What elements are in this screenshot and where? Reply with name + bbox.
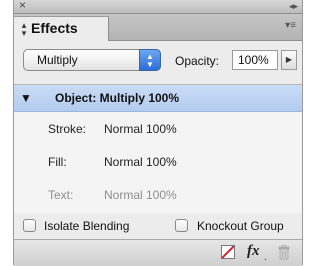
tab-bar: ▴ ▾ Effects ▾≡ xyxy=(14,14,302,41)
panel-title-bar[interactable]: × ◂▸ xyxy=(14,0,302,14)
blend-mode-select[interactable]: Multiply ▲ ▼ xyxy=(23,49,161,71)
disclosure-triangle-icon[interactable]: ▼ xyxy=(20,91,32,105)
stroke-row[interactable]: Stroke: Normal 100% xyxy=(14,115,302,141)
tab-effects[interactable]: ▴ ▾ Effects xyxy=(14,16,109,41)
opacity-label: Opacity: xyxy=(175,54,220,68)
effects-panel: × ◂▸ ▴ ▾ Effects ▾≡ Multiply ▲ ▼ Opacity: … xyxy=(13,0,303,266)
blending-options: Isolate Blending Knockout Group xyxy=(14,213,302,239)
collapse-panel-icon[interactable]: ◂▸ xyxy=(289,0,298,13)
effects-target-list: ▼ Object: Multiply 100% Stroke: Normal 1… xyxy=(14,84,302,214)
fx-icon[interactable]: fx xyxy=(247,243,260,260)
panel-footer: fx . xyxy=(14,239,302,266)
tab-effects-label: Effects xyxy=(31,20,78,36)
isolate-blending-checkbox[interactable] xyxy=(23,219,36,232)
text-value: Normal 100% xyxy=(104,188,177,202)
text-label: Text: xyxy=(48,188,74,202)
fx-menu-indicator-icon: . xyxy=(264,252,267,263)
fill-value: Normal 100% xyxy=(104,155,177,169)
object-row[interactable]: ▼ Object: Multiply 100% xyxy=(14,85,302,112)
blend-controls: Multiply ▲ ▼ Opacity: 100% ▶ xyxy=(14,41,302,84)
knockout-group-checkbox[interactable] xyxy=(175,219,188,232)
isolate-blending-label[interactable]: Isolate Blending xyxy=(44,219,129,233)
blend-mode-value: Multiply xyxy=(37,53,78,67)
stepper-arrows-icon: ▴ ▾ xyxy=(21,20,27,38)
close-icon[interactable]: × xyxy=(19,0,26,12)
panel-menu-icon[interactable]: ▾≡ xyxy=(285,21,296,31)
trash-icon[interactable] xyxy=(278,245,290,260)
clear-effects-icon[interactable] xyxy=(221,245,235,259)
knockout-group-label[interactable]: Knockout Group xyxy=(197,219,284,233)
opacity-popup-button[interactable]: ▶ xyxy=(281,50,297,70)
fill-row[interactable]: Fill: Normal 100% xyxy=(14,148,302,174)
play-arrow-icon: ▶ xyxy=(285,55,293,64)
stroke-label: Stroke: xyxy=(48,122,87,136)
blend-mode-stepper-icon[interactable]: ▲ ▼ xyxy=(139,49,161,71)
object-row-label: Object: Multiply 100% xyxy=(55,91,180,105)
stroke-value: Normal 100% xyxy=(104,122,177,136)
opacity-input[interactable]: 100% xyxy=(232,50,278,70)
text-row[interactable]: Text: Normal 100% xyxy=(14,181,302,207)
fill-label: Fill: xyxy=(48,155,67,169)
